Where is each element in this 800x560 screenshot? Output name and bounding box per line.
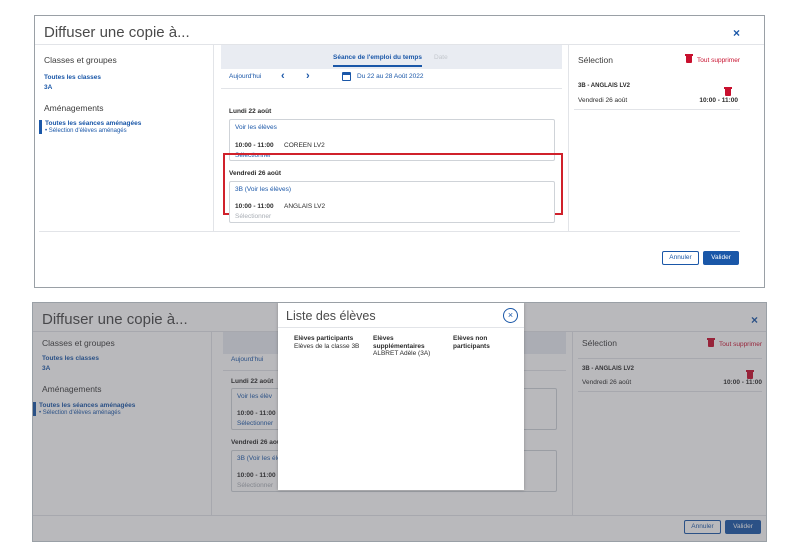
left-column: Classes et groupes Toutes les classes 3A… bbox=[35, 45, 214, 231]
participants-value: Elèves de la classe 3B bbox=[294, 342, 360, 350]
day-heading: Lundi 22 août bbox=[229, 108, 272, 115]
dialog-title: Diffuser une copie à... bbox=[44, 24, 190, 41]
tab-seance-edt[interactable]: Séance de l'emploi du temps bbox=[333, 54, 422, 67]
today-link[interactable]: Aujourd'hui bbox=[229, 73, 261, 80]
selected-session-title: 3B - ANGLAIS LV2 bbox=[578, 83, 631, 89]
participants-column: Elèves participants Elèves de la classe … bbox=[294, 335, 372, 350]
amenagements-selected-item[interactable]: Toutes les séances aménagées • Sélection… bbox=[39, 120, 209, 134]
dialog-diffuser-copie-with-modal: Diffuser une copie à... × Classes et gro… bbox=[32, 302, 767, 542]
selected-session-date: Vendredi 26 août bbox=[578, 97, 628, 104]
modal-title: Liste des élèves bbox=[286, 309, 376, 323]
see-students-link[interactable]: 3B (Voir les élèves) bbox=[235, 186, 291, 193]
clear-all-label: Tout supprimer bbox=[697, 57, 740, 64]
additional-students-heading: Elèves supplémentaires bbox=[373, 335, 425, 350]
classes-heading: Classes et groupes bbox=[44, 55, 117, 65]
chevron-left-icon[interactable]: ‹ bbox=[281, 70, 285, 82]
selection-column: Sélection Tout supprimer 3B - ANGLAIS LV… bbox=[570, 45, 764, 231]
students-list-modal: Liste des élèves × Elèves participants E… bbox=[278, 303, 524, 490]
see-students-link[interactable]: Voir les élèves bbox=[235, 124, 277, 131]
divider bbox=[221, 88, 562, 89]
validate-button[interactable]: Valider bbox=[703, 251, 739, 265]
class-3a-link[interactable]: 3A bbox=[44, 84, 52, 91]
non-participants-heading: Elèves non participants bbox=[453, 335, 490, 350]
tabs-bar: Séance de l'emploi du temps Date bbox=[221, 45, 562, 69]
trash-icon bbox=[724, 87, 732, 96]
non-participants-column: Elèves non participants bbox=[453, 335, 513, 350]
week-navigation: Aujourd'hui ‹ › Du 22 au 28 Août 2022 bbox=[229, 70, 562, 84]
select-link[interactable]: Sélectionner bbox=[235, 213, 271, 220]
select-students-link[interactable]: • Sélection d'élèves aménagés bbox=[45, 128, 209, 134]
session-card: 3B (Voir les élèves) 10:00 - 11:00 ANGLA… bbox=[229, 181, 555, 223]
session-subject: ANGLAIS LV2 bbox=[284, 203, 326, 210]
trash-icon bbox=[685, 54, 693, 63]
dialog-diffuser-copie: Diffuser une copie à... × Classes et gro… bbox=[34, 15, 765, 288]
additional-students-column: Elèves supplémentaires ALBRET Adèle (3A) bbox=[373, 335, 433, 358]
divider bbox=[39, 231, 740, 232]
tab-date[interactable]: Date bbox=[434, 54, 448, 61]
all-classes-link[interactable]: Toutes les classes bbox=[44, 74, 101, 81]
all-sessions-link[interactable]: Toutes les séances aménagées bbox=[45, 120, 209, 127]
day-heading: Vendredi 26 août bbox=[229, 170, 282, 177]
chevron-right-icon[interactable]: › bbox=[306, 70, 310, 82]
middle-column: Séance de l'emploi du temps Date Aujourd… bbox=[215, 45, 569, 231]
divider bbox=[278, 327, 524, 328]
selection-title: Sélection bbox=[578, 55, 613, 65]
close-icon[interactable]: × bbox=[733, 26, 740, 40]
participants-heading: Elèves participants bbox=[294, 335, 354, 342]
clear-all-button[interactable]: Tout supprimer bbox=[685, 54, 740, 64]
session-subject: COREEN LV2 bbox=[284, 142, 325, 149]
session-time: 10:00 - 11:00 bbox=[235, 142, 274, 149]
amenagements-heading: Aménagements bbox=[44, 103, 104, 113]
additional-student-name: ALBRET Adèle (3A) bbox=[373, 350, 431, 357]
date-range: Du 22 au 28 Août 2022 bbox=[357, 73, 424, 80]
selected-session-time: 10:00 - 11:00 bbox=[699, 97, 738, 104]
dialog-footer: Annuler Valider bbox=[35, 231, 764, 287]
cancel-button[interactable]: Annuler bbox=[662, 251, 699, 265]
session-time: 10:00 - 11:00 bbox=[235, 203, 274, 210]
divider bbox=[574, 109, 740, 110]
calendar-icon[interactable] bbox=[342, 72, 351, 81]
close-icon[interactable]: × bbox=[503, 308, 518, 323]
